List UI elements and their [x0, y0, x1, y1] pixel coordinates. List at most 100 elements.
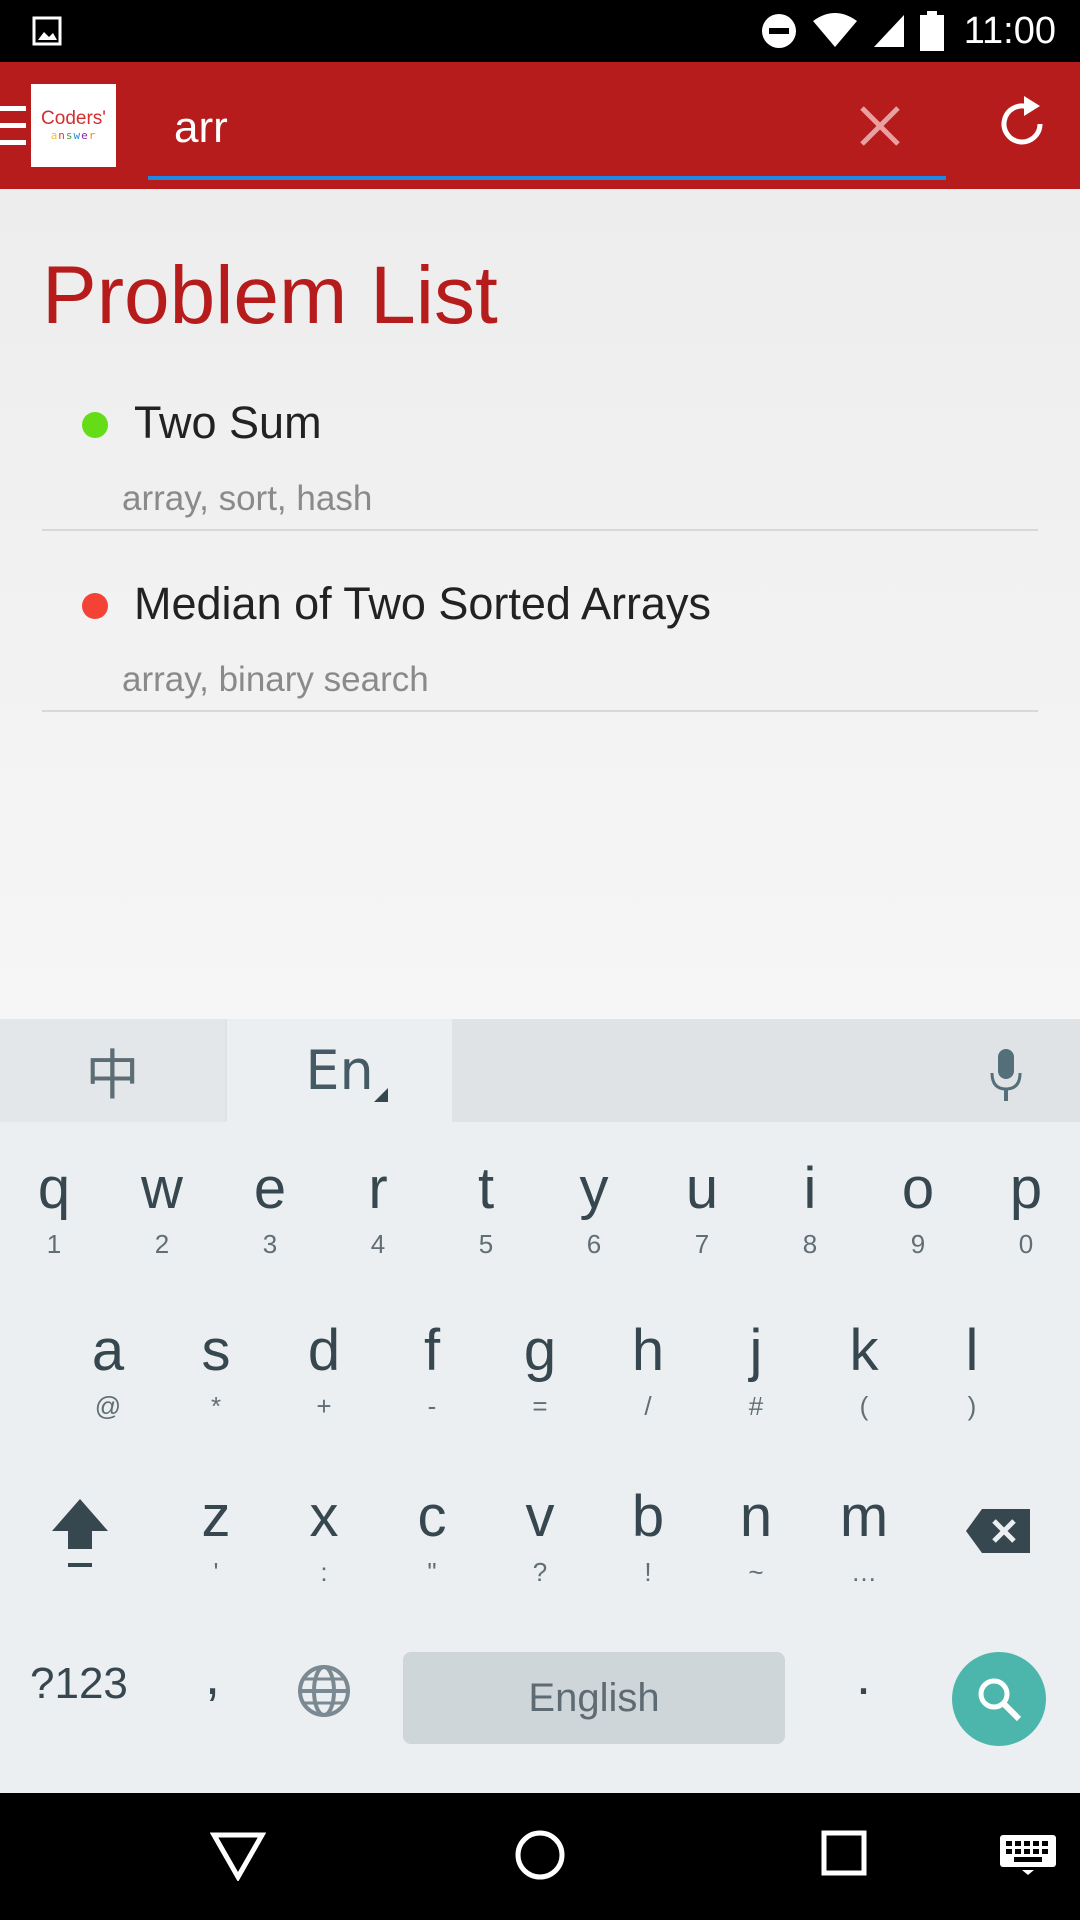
- key-letter: n: [739, 1484, 773, 1549]
- dropdown-triangle-icon: [374, 1088, 388, 1102]
- key-letter: p: [1009, 1156, 1043, 1221]
- space-key[interactable]: English: [403, 1652, 785, 1744]
- key-n[interactable]: n ~: [706, 1485, 806, 1589]
- key-u[interactable]: u7: [652, 1157, 752, 1261]
- key-o[interactable]: o9: [868, 1157, 968, 1261]
- key-b[interactable]: b!: [598, 1485, 698, 1589]
- key-secondary: *: [210, 1391, 222, 1421]
- key-letter: v: [525, 1484, 555, 1549]
- key-letter: z: [201, 1484, 231, 1549]
- key-secondary: ?: [532, 1557, 548, 1587]
- key-h[interactable]: h /: [598, 1319, 698, 1423]
- key-letter: a: [91, 1318, 125, 1383]
- lang-tab-english[interactable]: En: [227, 1019, 452, 1122]
- lang-tab-english-label: En: [305, 1039, 374, 1102]
- key-e[interactable]: e3: [220, 1157, 320, 1261]
- key-r[interactable]: r4: [328, 1157, 428, 1261]
- key-secondary: !: [644, 1557, 652, 1587]
- do-not-disturb-icon: [761, 14, 796, 48]
- key-secondary: (: [859, 1391, 869, 1421]
- key-p[interactable]: p0: [976, 1157, 1076, 1261]
- key-y[interactable]: y6: [544, 1157, 644, 1261]
- key-letter: m: [839, 1484, 889, 1549]
- key-x[interactable]: x:: [274, 1485, 374, 1589]
- key-letter: j: [749, 1318, 763, 1383]
- wifi-icon: [812, 13, 857, 47]
- search-input[interactable]: [172, 92, 776, 164]
- key-q[interactable]: q1: [4, 1157, 104, 1261]
- problem-name: Median of Two Sorted Arrays: [134, 578, 711, 629]
- status-time: 11:00: [963, 9, 1056, 52]
- symbols-key[interactable]: ?123: [30, 1659, 128, 1709]
- status-dot: [82, 593, 108, 619]
- problem-list-panel: Problem List Two Sum array, sort, hash M…: [0, 189, 1080, 1019]
- lang-tab-chinese[interactable]: 中: [0, 1019, 225, 1122]
- key-letter: h: [631, 1318, 665, 1383]
- soft-keyboard: 中 En q1w2e3r4t5y6u7i8o9p0 a @ s * d + f - g = h / j #…: [0, 1019, 1080, 1793]
- search-key[interactable]: [952, 1652, 1046, 1746]
- key-secondary: 1: [46, 1229, 62, 1259]
- app-logo[interactable]: Coders' answer: [31, 84, 116, 167]
- comma-key[interactable]: ,: [205, 1645, 220, 1707]
- key-secondary: ~: [748, 1557, 764, 1587]
- recent-apps-icon[interactable]: [820, 1829, 868, 1877]
- key-letter: w: [141, 1156, 183, 1221]
- status-bar: 11:00: [0, 0, 1080, 62]
- page-title: Problem List: [42, 250, 498, 341]
- key-secondary: 3: [262, 1229, 278, 1259]
- key-a[interactable]: a @: [58, 1319, 158, 1423]
- key-secondary: 4: [370, 1229, 386, 1259]
- keyboard-icon[interactable]: [1000, 1835, 1056, 1875]
- key-letter: l: [965, 1318, 979, 1383]
- key-secondary: =: [532, 1391, 548, 1421]
- key-letter: s: [201, 1318, 231, 1383]
- menu-icon[interactable]: [0, 106, 26, 148]
- key-j[interactable]: j #: [706, 1319, 806, 1423]
- key-letter: o: [901, 1156, 935, 1221]
- key-secondary: :: [320, 1557, 328, 1587]
- key-f[interactable]: f-: [382, 1319, 482, 1423]
- key-t[interactable]: t5: [436, 1157, 536, 1261]
- period-key[interactable]: .: [856, 1645, 871, 1707]
- key-secondary: ": [427, 1557, 437, 1587]
- refresh-icon[interactable]: [996, 94, 1048, 154]
- problem-list-item[interactable]: Median of Two Sorted Arrays array, binar…: [42, 530, 1038, 712]
- logo-text-bottom: answer: [50, 128, 97, 142]
- problem-name: Two Sum: [134, 397, 322, 448]
- key-d[interactable]: d +: [274, 1319, 374, 1423]
- cell-signal-icon: [873, 15, 904, 47]
- key-secondary: #: [748, 1391, 764, 1421]
- key-l[interactable]: l): [922, 1319, 1022, 1423]
- problem-list-item[interactable]: Two Sum array, sort, hash: [42, 349, 1038, 531]
- battery-icon: [919, 11, 944, 51]
- home-icon[interactable]: [512, 1827, 568, 1883]
- back-icon[interactable]: [210, 1829, 266, 1881]
- key-secondary: -: [427, 1391, 437, 1421]
- key-m[interactable]: m…: [814, 1485, 914, 1589]
- shift-icon[interactable]: [48, 1495, 112, 1573]
- keyboard-top-bar: 中 En: [0, 1019, 1080, 1122]
- key-g[interactable]: g =: [490, 1319, 590, 1423]
- key-w[interactable]: w2: [112, 1157, 212, 1261]
- key-s[interactable]: s *: [166, 1319, 266, 1423]
- key-i[interactable]: i8: [760, 1157, 860, 1261]
- key-letter: q: [37, 1156, 71, 1221]
- key-secondary: …: [851, 1557, 877, 1587]
- microphone-icon[interactable]: [988, 1047, 1024, 1103]
- key-v[interactable]: v?: [490, 1485, 590, 1589]
- backspace-icon[interactable]: [966, 1509, 1030, 1553]
- problem-tags: array, sort, hash: [122, 479, 373, 518]
- clear-search-icon[interactable]: [854, 100, 906, 152]
- key-secondary: 8: [802, 1229, 818, 1259]
- key-letter: i: [803, 1156, 817, 1221]
- search-field[interactable]: [148, 84, 946, 180]
- key-letter: u: [685, 1156, 719, 1221]
- globe-icon[interactable]: [296, 1663, 352, 1719]
- key-secondary: 6: [586, 1229, 602, 1259]
- key-letter: r: [368, 1156, 388, 1221]
- key-z[interactable]: z ': [166, 1485, 266, 1589]
- key-secondary: 0: [1018, 1229, 1034, 1259]
- key-k[interactable]: k(: [814, 1319, 914, 1423]
- key-c[interactable]: c ": [382, 1485, 482, 1589]
- key-letter: e: [253, 1156, 287, 1221]
